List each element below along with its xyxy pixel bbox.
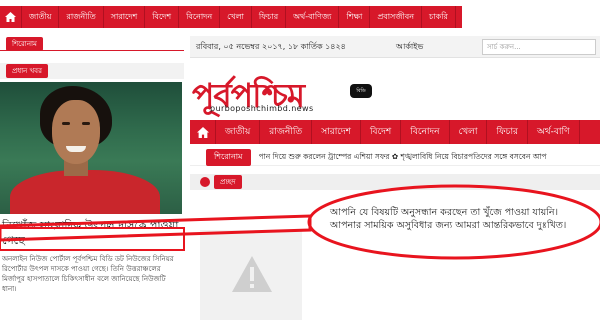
news-photo[interactable]	[0, 82, 182, 214]
nav-item-international[interactable]: বিদেশ	[361, 120, 402, 144]
news-summary: অনলাইন নিউজ পোর্টাল পূর্বপশ্চিম বিডি ডট …	[2, 255, 174, 293]
nav-item-business[interactable]: অর্থ-বাণি	[528, 120, 580, 144]
nav-item-sports[interactable]: খেলা	[220, 6, 252, 28]
nav-item-entertainment[interactable]: বিনোদন	[179, 6, 221, 28]
ticker-label: শিরোনাম	[206, 149, 251, 166]
nav-item-entertainment[interactable]: বিনোদন	[401, 120, 450, 144]
not-found-line-2: আপনার সাময়িক অসুবিধার জন্য আমরা আন্তরিক…	[330, 220, 567, 231]
nav-item-country[interactable]: সারাদেশ	[104, 6, 146, 28]
logo-text: পূর্বপশ্চিম	[192, 76, 305, 115]
main-nav: জাতীয় রাজনীতি সারাদেশ বিদেশ বিনোদন খেলা…	[190, 120, 600, 144]
news-headline[interactable]: নিখোঁজ সাংবাদিক উৎপল দাসকে পাওয়া গেছে	[0, 214, 184, 248]
date-bar: রবিবার, ০৫ নভেম্বর ২০১৭, ১৮ কার্তিক ১৪২৪…	[190, 36, 600, 58]
home-icon	[196, 126, 209, 138]
section-label[interactable]: প্রধান খবর	[6, 64, 48, 78]
nav-item-politics[interactable]: রাজনীতি	[59, 6, 104, 28]
nav-item-jobs[interactable]: চাকরি	[422, 6, 456, 28]
nav-item-sports[interactable]: খেলা	[450, 120, 488, 144]
archive-link[interactable]: আর্কাইভ	[396, 41, 423, 54]
nav-item-country[interactable]: সারাদেশ	[312, 120, 361, 144]
nav-item-feature[interactable]: ফিচার	[252, 6, 287, 28]
nav-item-feature[interactable]: ফিচার	[487, 120, 529, 144]
home-circle-icon	[200, 177, 210, 187]
current-date: রবিবার, ০৫ নভেম্বর ২০১৭, ১৮ কার্তিক ১৪২৪	[196, 42, 346, 51]
top-nav: জাতীয় রাজনীতি সারাদেশ বিদেশ বিনোদন খেলা…	[0, 6, 462, 28]
home-icon	[5, 12, 16, 22]
ticker-text[interactable]: পান দিয়ে শুরু করলেন ট্রাম্পের এশিয়া সফ…	[259, 152, 547, 164]
breadcrumb-home[interactable]: প্রচ্ছদ	[214, 175, 242, 189]
left-column: শিরোনাম প্রধান খবর নিখোঁজ সাংবাদিক উৎপল …	[0, 32, 184, 322]
image-placeholder	[200, 230, 302, 320]
logo-url: purboposhchimbd.news	[210, 104, 314, 113]
nav-item-national[interactable]: জাতীয়	[22, 6, 60, 28]
home-button[interactable]	[190, 120, 216, 144]
warning-icon	[232, 256, 272, 292]
nav-item-politics[interactable]: রাজনীতি	[260, 120, 313, 144]
news-ticker: শিরোনাম পান দিয়ে শুরু করলেন ট্রাম্পের এ…	[190, 149, 600, 166]
not-found-message: আপনি যে বিষয়টি অনুসন্ধান করছেন তা খুঁজে…	[330, 206, 580, 232]
nav-item-national[interactable]: জাতীয়	[216, 120, 261, 144]
section-header-headlines: শিরোনাম	[0, 36, 184, 51]
screenshot-page: রবিবার, ০৫ নভেম্বর ২০১৭, ১৮ কার্তিক ১৪২৪…	[190, 32, 600, 322]
search-input[interactable]: সার্চ করুন...	[482, 39, 596, 55]
site-logo[interactable]: পূর্বপশ্চিম বিডি নিউজ purboposhchimbd.ne…	[192, 70, 382, 118]
breadcrumb: প্রচ্ছদ	[190, 174, 600, 190]
nav-item-education[interactable]: শিক্ষা	[339, 6, 371, 28]
nav-item-international[interactable]: বিদেশ	[145, 6, 180, 28]
nav-item-expat[interactable]: প্রবাসজীবন	[370, 6, 423, 28]
logo-badge: বিডি নিউজ	[350, 84, 372, 108]
nav-item-business[interactable]: অর্থ-বাণিজ্য	[286, 6, 340, 28]
section-header-main-news: প্রধান খবর	[0, 63, 184, 79]
section-label[interactable]: শিরোনাম	[6, 36, 43, 51]
not-found-line-1: আপনি যে বিষয়টি অনুসন্ধান করছেন তা খুঁজে…	[330, 207, 558, 218]
home-button[interactable]	[0, 6, 22, 28]
